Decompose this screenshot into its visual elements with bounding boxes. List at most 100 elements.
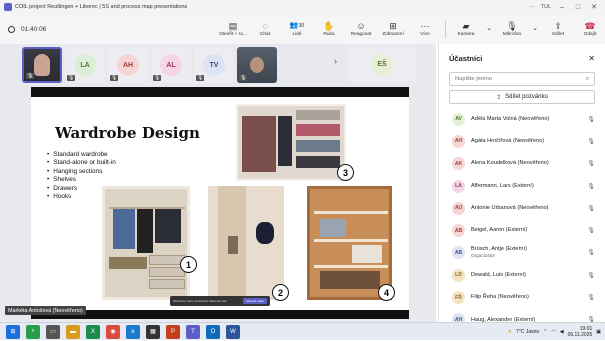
gallery-next-icon[interactable]: › xyxy=(334,56,337,66)
participant-row[interactable]: AU Antonie Urbanová (Neověřeno) 🎙 xyxy=(439,197,605,219)
wardrobe-photo-4 xyxy=(307,186,392,300)
participant-list: AV Adéla Marta Volná (Neověřeno) 🎙 AH Agáta … xyxy=(439,108,605,331)
participant-tile[interactable]: AH 🎙 xyxy=(108,47,148,83)
participant-name: Beigel, Aaron (Externí) xyxy=(471,227,528,234)
outlook-icon[interactable]: O xyxy=(206,324,220,339)
mic-off-icon: 🎙 xyxy=(110,75,119,81)
excel-icon[interactable]: X xyxy=(86,324,100,339)
mic-off-icon: 🎙 xyxy=(587,250,595,257)
participant-name: Filip Řeha (Neověřeno) xyxy=(471,294,529,301)
file-explorer-icon[interactable]: ▬ xyxy=(66,324,80,339)
view-button[interactable]: ⊞ Zobrazení xyxy=(378,16,408,42)
mic-off-icon: 🎙 xyxy=(506,21,518,31)
minimize-icon[interactable]: – xyxy=(557,4,567,11)
participant-name-block: Filip Řeha (Neověřeno) xyxy=(471,294,587,301)
mic-options-button[interactable]: ⌄ xyxy=(529,16,541,42)
raise-hand-button[interactable]: ✋ Ruka xyxy=(314,16,344,42)
edge-icon[interactable]: e xyxy=(126,324,140,339)
participant-tile[interactable]: 🎙 xyxy=(237,47,277,83)
close-icon[interactable]: ✕ xyxy=(589,3,599,11)
weather-text[interactable]: 7°C Jasno xyxy=(516,329,539,335)
chat-icon: ◌ xyxy=(262,21,268,31)
more-icon[interactable]: ··· xyxy=(529,4,535,10)
exit-fullscreen-button[interactable]: Ukončit celou xyxy=(242,298,267,304)
shared-screen-bottom-bar xyxy=(31,310,409,319)
maximize-icon[interactable]: □ xyxy=(573,4,583,11)
volume-icon[interactable]: ◀ xyxy=(560,329,564,335)
chat-button[interactable]: ◌ Chat xyxy=(250,16,280,42)
avatar: LA xyxy=(452,179,465,193)
meeting-toolbar: 01:40:06 ▤ Otevřít + ru... ◌ Chat 👥30 Lidé … xyxy=(0,14,605,44)
apps-icon: ▤ xyxy=(228,21,238,31)
leave-button[interactable]: ☎ Odejít xyxy=(575,16,605,42)
participant-row[interactable]: AV Adéla Marta Volná (Neověřeno) 🎙 xyxy=(439,108,605,130)
participant-name: Antonie Urbanová (Neověřeno) xyxy=(471,205,549,212)
participant-row[interactable]: AB Beigel, Aaron (Externí) 🎙 xyxy=(439,219,605,241)
more-icon: ··· xyxy=(420,21,430,31)
photo-number-badge: 3 xyxy=(337,164,354,181)
participant-tile[interactable]: LA 🎙 xyxy=(65,47,105,83)
bullet-item: Stand-alone or built-in xyxy=(47,159,116,167)
bullet-item: Standard wardrobe xyxy=(47,151,116,159)
chrome-icon[interactable]: ◉ xyxy=(106,324,120,339)
apps-button[interactable]: ▤ Otevřít + ru... xyxy=(218,16,248,42)
clock[interactable]: 19:01 06.11.2025 xyxy=(568,326,593,338)
panel-title: Účastníci xyxy=(449,53,483,63)
window-title: COIL project Reutlingen + Liberec | 5S a… xyxy=(15,4,188,10)
meeting-timer: 01:40:06 xyxy=(8,25,218,33)
photo-number-badge: 1 xyxy=(180,256,197,273)
participant-tile[interactable]: EŠ xyxy=(347,47,417,82)
camera-button[interactable]: ▰ Kamera xyxy=(451,16,481,42)
mic-button[interactable]: 🎙 Mikrofon xyxy=(497,16,527,42)
participant-row[interactable]: AK Alena Koudelková (Neověřeno) 🎙 xyxy=(439,153,605,175)
notification-icon[interactable]: ▣ xyxy=(596,329,601,335)
participant-row[interactable]: AH Agáta Hrnčířová (Neověřeno) 🎙 xyxy=(439,130,605,152)
windows-start-icon[interactable]: ⊞ xyxy=(6,324,20,339)
word-icon[interactable]: W xyxy=(226,324,240,339)
mic-off-icon: 🎙 xyxy=(587,272,595,279)
powerpoint-icon[interactable]: P xyxy=(166,324,180,339)
apps-label: Otevřít + ru... xyxy=(218,32,248,37)
mic-label: Mikrofon xyxy=(502,32,522,37)
app-icon[interactable]: ▦ xyxy=(146,324,160,339)
camera-options-button[interactable]: ⌄ xyxy=(483,16,495,42)
close-panel-icon[interactable]: ✕ xyxy=(588,54,595,63)
avatar: AK xyxy=(452,157,465,171)
wifi-icon[interactable]: ◠ xyxy=(551,329,555,335)
toast-text: Ukončete celou obrazovku klávesou Esc xyxy=(173,299,227,303)
participant-tile[interactable]: TV 🎙 xyxy=(194,47,234,83)
task-view-icon[interactable]: ▭ xyxy=(46,324,60,339)
participant-name-block: Affermann, Lars (Externí) xyxy=(471,183,587,190)
react-button[interactable]: ☺ Reagovat xyxy=(346,16,376,42)
share-button[interactable]: ⇪ Sdílet xyxy=(543,16,573,42)
participant-search-input[interactable]: Napište jméno ⌕ xyxy=(449,72,595,86)
participant-tile[interactable]: 🎙 xyxy=(22,47,62,83)
participant-name-block: Antonie Urbanová (Neověřeno) xyxy=(471,205,587,212)
phone-hangup-icon: ☎ xyxy=(584,21,596,31)
view-label: Zobrazení xyxy=(382,32,404,37)
share-icon: ⇪ xyxy=(496,94,502,101)
mic-off-icon: 🎙 xyxy=(587,183,595,190)
search-app-icon[interactable]: ⌕ xyxy=(26,324,40,339)
wardrobe-photo-1 xyxy=(102,186,190,300)
search-placeholder: Napište jméno xyxy=(455,76,493,82)
avatar: AV xyxy=(452,112,465,126)
people-button[interactable]: 👥30 Lidé xyxy=(282,16,312,42)
more-button[interactable]: ··· Více xyxy=(410,16,440,42)
participant-row[interactable]: LD Dewald, Luis (Externí) 🎙 xyxy=(439,264,605,286)
teams-icon[interactable]: T xyxy=(186,324,200,339)
avatar: FŘ xyxy=(452,291,465,305)
people-count: 30 xyxy=(298,23,305,29)
avatar: AH xyxy=(117,54,139,76)
participant-row[interactable]: LA Affermann, Lars (Externí) 🎙 xyxy=(439,175,605,197)
participant-row[interactable]: FŘ Filip Řeha (Neověřeno) 🎙 xyxy=(439,286,605,308)
share-invite-button[interactable]: ⇪ Sdílet pozvánku xyxy=(449,90,595,104)
participant-row[interactable]: AB Brüsch, Antje (Externí) Organizátor 🎙 xyxy=(439,242,605,264)
raise-hand-label: Ruka xyxy=(323,32,335,37)
participant-tile[interactable]: AL 🎙 xyxy=(151,47,191,83)
tray-chevron-icon[interactable]: ⌃ xyxy=(543,329,547,335)
leave-label: Odejít xyxy=(583,32,597,37)
camera-off-icon: ▰ xyxy=(462,21,470,31)
chevron-down-icon: ⌄ xyxy=(532,24,538,32)
chevron-down-icon: ⌄ xyxy=(486,24,492,32)
